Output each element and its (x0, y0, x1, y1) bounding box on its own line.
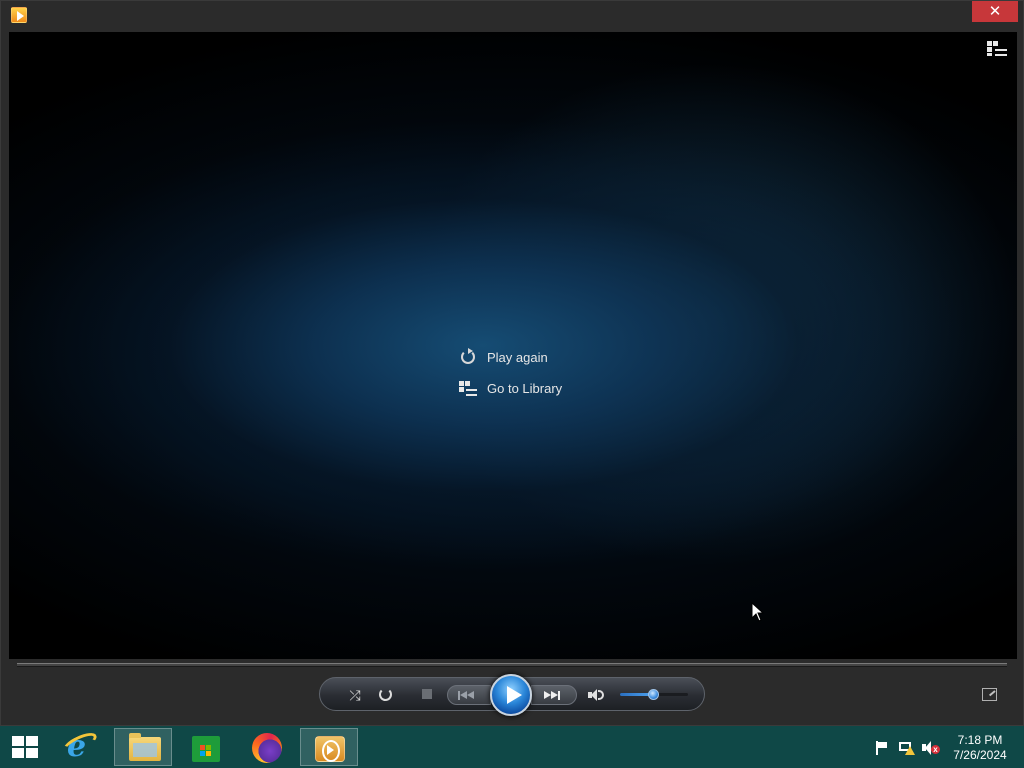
stop-button[interactable] (422, 689, 432, 699)
now-playing-area: Play again Go to Library (9, 32, 1017, 659)
clock-time: 7:18 PM (957, 733, 1003, 747)
taskbar: e x 7:18 PM 7/26/2024 (0, 726, 1024, 768)
switch-to-library-icon[interactable] (987, 41, 1007, 57)
windows-media-player-icon[interactable] (11, 7, 27, 23)
media-player-window: ✕ Play again Go to Library ⤮ (0, 0, 1024, 726)
play-again-link[interactable]: Play again (459, 346, 548, 368)
media-player-taskbar-button[interactable] (300, 728, 358, 766)
playback-controls: ⤮ (319, 674, 705, 716)
firefox-button[interactable] (238, 728, 296, 766)
seek-bar[interactable] (17, 663, 1007, 667)
action-center-flag-icon[interactable] (874, 741, 890, 755)
store-icon (192, 736, 220, 762)
go-to-library-link[interactable]: Go to Library (459, 377, 562, 399)
volume-slider[interactable] (620, 689, 688, 700)
speaker-muted-icon[interactable]: x (922, 741, 940, 755)
next-button[interactable] (531, 685, 577, 705)
volume-thumb[interactable] (648, 689, 659, 700)
internet-explorer-button[interactable]: e (52, 728, 110, 766)
media-player-icon (315, 736, 345, 762)
title-bar[interactable]: ✕ (1, 1, 1023, 31)
replay-icon (459, 348, 477, 366)
play-button[interactable] (490, 674, 532, 716)
store-button[interactable] (176, 728, 234, 766)
windows-logo-icon (12, 736, 38, 758)
start-button[interactable] (0, 726, 50, 768)
firefox-icon (252, 733, 282, 763)
clock[interactable]: 7:18 PM 7/26/2024 (944, 733, 1016, 763)
go-to-library-label: Go to Library (487, 380, 563, 396)
shuffle-button[interactable]: ⤮ (347, 687, 363, 703)
library-icon (459, 379, 477, 397)
close-button[interactable]: ✕ (972, 1, 1018, 22)
previous-button[interactable] (447, 685, 491, 705)
play-again-label: Play again (487, 349, 548, 365)
network-warning-icon[interactable] (899, 741, 915, 755)
clock-date: 7/26/2024 (953, 748, 1007, 762)
file-explorer-button[interactable] (114, 728, 172, 766)
folder-icon (129, 733, 161, 761)
repeat-button[interactable] (379, 688, 392, 701)
view-full-screen-button[interactable] (982, 688, 997, 701)
mute-button[interactable] (588, 687, 606, 703)
